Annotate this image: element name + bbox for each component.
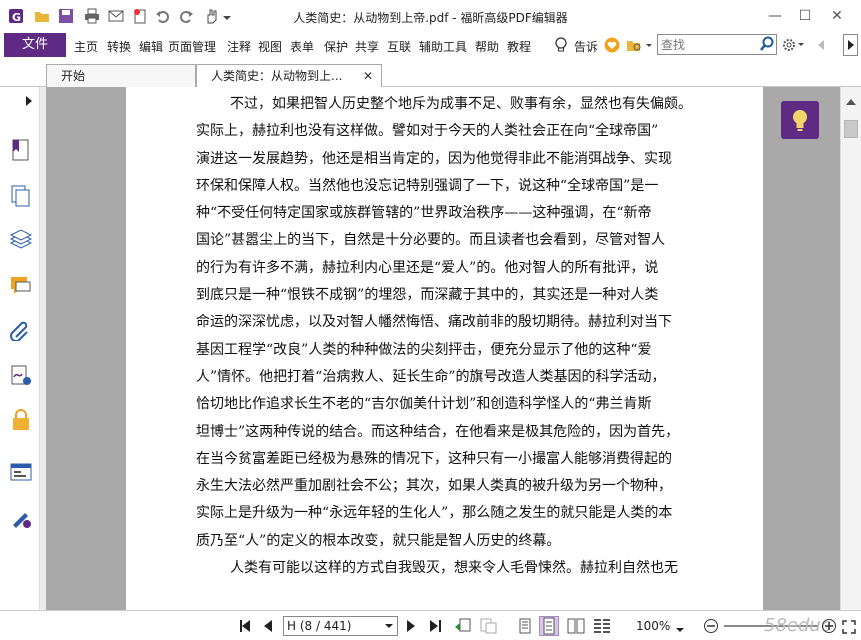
pdf-page: 不过，如果把智人历史整个地斥为成事不足、败事有余，显然也有失偏颇。实际上，赫拉利… <box>126 87 763 610</box>
scrollbar-thumb[interactable] <box>844 120 858 138</box>
zoom-dropdown-icon[interactable] <box>675 624 685 638</box>
minimize-button[interactable]: — <box>764 6 786 26</box>
previous-page-icon[interactable] <box>260 618 276 634</box>
menu-protect[interactable]: 保护 <box>324 38 348 55</box>
document-viewport: 不过，如果把智人历史整个地斥为成事不足、败事有余，显然也有失偏颇。实际上，赫拉利… <box>46 87 840 610</box>
text-line: 在当今贫富差距已经极为悬殊的情况下，这种只有一小撮富人能够消费得起的 <box>196 450 672 467</box>
page-text: 不过，如果把智人历史整个地斥为成事不足、败事有余，显然也有失偏颇。实际上，赫拉利… <box>196 91 716 582</box>
menu-form[interactable]: 表单 <box>290 38 314 55</box>
text-line: 坦博士”这两种传说的结合。而这种结合，在他看来是极其危险的，因为首先， <box>196 423 680 440</box>
text-line: 演进这一发展趋势，他还是相当肯定的，因为他觉得非此不能消弭战争、实现 <box>196 150 672 167</box>
text-line: 人类有可能以这样的方式自我毁灭，想来令人毛骨悚然。赫拉利自然也无 <box>230 560 678 577</box>
last-page-icon[interactable] <box>427 618 443 634</box>
menu-accessibility[interactable]: 辅助工具 <box>419 38 467 55</box>
text-line: 质乃至“人”的定义的根本改变，就只能是智人历史的终幕。 <box>196 532 561 549</box>
attachments-icon[interactable] <box>10 319 32 342</box>
next-view-icon[interactable] <box>480 618 497 634</box>
menu-share[interactable]: 共享 <box>355 38 379 55</box>
tab-start[interactable]: 开始 <box>46 64 196 87</box>
menu-convert[interactable]: 转换 <box>107 38 131 55</box>
previous-view-icon[interactable] <box>454 618 471 634</box>
continuous-view-icon[interactable] <box>539 616 559 636</box>
close-button[interactable]: ✕ <box>826 6 848 26</box>
form-fields-icon[interactable] <box>10 461 32 483</box>
text-line: 环保和保障人权。当然他也没忘记特别强调了一下，说这种“全球帝国”是一 <box>196 177 659 194</box>
layers-icon[interactable] <box>9 229 33 251</box>
window-title: 人类简史：从动物到上帝.pdf - 福昕高级PDF编辑器 <box>293 11 568 25</box>
file-menu-button[interactable]: 文件 <box>4 33 66 57</box>
status-bar: H (8 / 441) 100% 58educ <box>0 610 861 640</box>
tab-close-icon[interactable]: ✕ <box>363 65 373 87</box>
menu-comment[interactable]: 注释 <box>227 38 251 55</box>
ribbon-back-icon[interactable] <box>815 37 827 56</box>
single-page-view-icon[interactable] <box>517 618 533 634</box>
certify-icon[interactable] <box>10 507 32 529</box>
first-page-icon[interactable] <box>238 618 254 634</box>
find-options-icon[interactable] <box>626 37 652 56</box>
lightbulb-icon[interactable] <box>554 37 568 56</box>
pages-icon[interactable] <box>10 185 32 207</box>
menu-page-management[interactable]: 页面管理 <box>168 38 216 55</box>
text-line: 到底只是一种“恨铁不成钢”的埋怨，而深藏于其中的，其实还是一种对人类 <box>196 287 659 304</box>
tab-document[interactable]: 人类简史：从动物到上... ✕ <box>196 64 382 87</box>
text-line: 人”情怀。他把打着“治病救人、延长生命”的旗号改造人类基因的科学活动， <box>196 368 666 385</box>
maximize-button[interactable]: ☐ <box>794 6 816 26</box>
text-line: 实际上是升级为一种“永远年轻的生化人”，那么随之发生的就只能是人类的本 <box>196 505 673 522</box>
search-box <box>657 34 777 55</box>
tab-start-label: 开始 <box>61 69 86 83</box>
navigation-panel <box>0 87 40 610</box>
menu-edit[interactable]: 编辑 <box>139 38 163 55</box>
menu-connect[interactable]: 互联 <box>387 38 411 55</box>
zoom-in-icon[interactable] <box>821 618 837 634</box>
scroll-up-icon[interactable] <box>846 95 856 109</box>
panel-expand-icon[interactable] <box>25 95 33 109</box>
menu-home[interactable]: 主页 <box>74 38 98 55</box>
menu-tutorial[interactable]: 教程 <box>507 38 531 55</box>
vertical-scrollbar[interactable] <box>840 87 861 610</box>
text-line: 命运的深深忧虑，以及对智人幡然悔悟、痛改前非的殷切期待。赫拉利对当下 <box>196 314 672 331</box>
text-line: 种“不受任何特定国家或族群管辖的”世界政治秩序——这种强调，在“新帝 <box>196 205 652 222</box>
text-line: 恰切地比作追求长生不老的“吉尔伽美什计划”和创造科学怪人的“弗兰肯斯 <box>196 396 652 413</box>
page-indicator: H (8 / 441) <box>287 619 352 633</box>
search-input[interactable] <box>661 37 756 52</box>
text-line: 不过，如果把智人历史整个地斥为成事不足、败事有余，显然也有失偏颇。 <box>230 96 692 112</box>
zoom-out-icon[interactable] <box>703 618 719 634</box>
menu-view[interactable]: 视图 <box>258 38 282 55</box>
security-icon[interactable] <box>10 409 32 431</box>
text-line: 的行为有许多不满，赫拉利内心里还是“爱人”的。他对智人的所有批评，说 <box>196 259 659 276</box>
search-icon[interactable] <box>759 36 775 55</box>
title-bar: G 人类简史：从动物到上帝.pdf - 福昕高级PDF编辑器 — ☐ ✕ <box>0 0 861 32</box>
text-line: 国论”甚嚣尘上的当下，自然是十分必要的。而且读者也会看到，尽管对智人 <box>196 232 666 249</box>
tab-document-label: 人类简史：从动物到上... <box>211 69 343 83</box>
settings-icon[interactable] <box>782 37 806 56</box>
text-line: 实际上，赫拉利也没有这样做。譬如对于今天的人类社会正在向“全球帝国” <box>196 123 659 140</box>
comments-icon[interactable] <box>10 275 32 297</box>
facing-view-icon[interactable] <box>567 618 585 634</box>
text-line: 永生大法必然严重加剧社会不公；其次，如果人类真的被升级为另一个物种， <box>196 478 672 495</box>
heart-icon[interactable] <box>604 37 620 56</box>
signature-icon[interactable] <box>10 365 32 387</box>
ribbon-forward-button[interactable] <box>843 34 858 56</box>
zoom-level[interactable]: 100% <box>636 619 670 633</box>
menu-bar: 文件 主页 转换 编辑 页面管理 注释 视图 表单 保护 共享 互联 辅助工具 … <box>0 32 861 58</box>
next-page-icon[interactable] <box>403 618 419 634</box>
document-tab-bar: 开始 人类简史：从动物到上... ✕ <box>0 58 861 87</box>
page-dropdown-icon[interactable] <box>384 617 394 640</box>
page-number-field[interactable]: H (8 / 441) <box>283 616 398 636</box>
continuous-facing-view-icon[interactable] <box>593 618 610 634</box>
text-line: 基因工程学“改良”人类的种种做法的尖刻抨击，便充分显示了他的这种“爱 <box>196 341 652 358</box>
tell-me-label[interactable]: 告诉 <box>574 38 598 55</box>
fullscreen-icon[interactable] <box>842 620 856 637</box>
assistant-button[interactable] <box>781 101 819 139</box>
bookmark-icon[interactable] <box>10 139 32 161</box>
menu-help[interactable]: 帮助 <box>475 38 499 55</box>
